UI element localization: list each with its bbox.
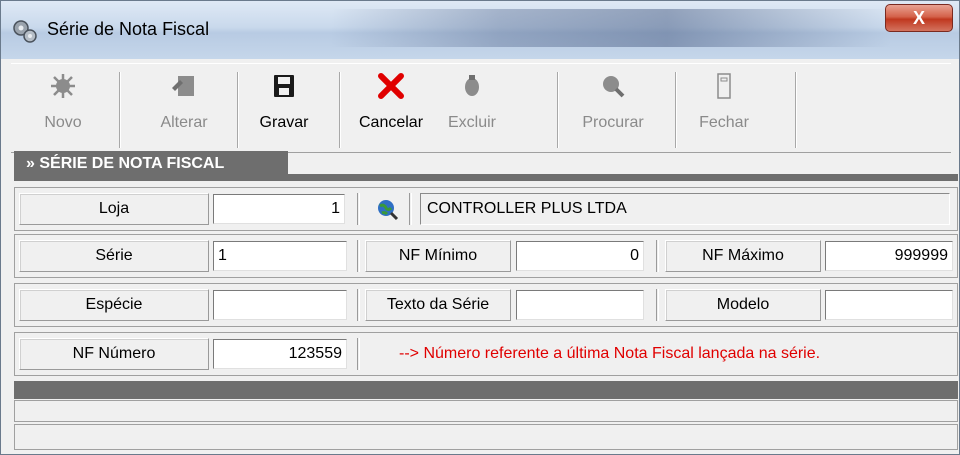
gears-app-icon — [13, 20, 37, 43]
cancel-button-label: Cancelar — [358, 114, 424, 131]
status-separator — [14, 381, 958, 399]
save-button-label: Gravar — [259, 114, 309, 131]
toolbar-separator — [119, 72, 121, 148]
field-separator — [656, 240, 659, 272]
toolbar-separator — [237, 72, 239, 148]
toolbar-separator — [675, 72, 677, 148]
especie-row: Espécie Texto da Série Modelo — [14, 283, 958, 327]
field-separator — [656, 289, 659, 321]
nf-maximo-label: NF Máximo — [665, 240, 821, 272]
texto-serie-label: Texto da Série — [365, 289, 511, 321]
status-bar-row-2 — [14, 424, 958, 450]
new-button[interactable]: Novo — [31, 72, 95, 148]
nf-numero-field[interactable]: 123559 — [213, 339, 347, 369]
field-separator — [357, 289, 360, 321]
close-button-label: Fechar — [699, 114, 749, 131]
modelo-field[interactable] — [825, 290, 953, 320]
search-icon — [603, 76, 625, 98]
serie-field[interactable]: 1 — [213, 241, 347, 271]
store-lookup-icon[interactable] — [376, 198, 400, 222]
toolbar-separator — [339, 72, 341, 148]
toolbar-separator — [557, 72, 559, 148]
serie-row: Série 1 NF Mínimo 0 NF Máximo 999999 — [14, 234, 958, 278]
save-icon — [274, 75, 294, 97]
edit-button-label: Alterar — [160, 114, 208, 131]
title-bar[interactable]: Série de Nota Fiscal X — [1, 1, 959, 59]
nf-minimo-field[interactable]: 0 — [516, 241, 644, 271]
serie-label: Série — [19, 240, 209, 272]
field-separator — [357, 240, 360, 272]
nf-numero-row: NF Número 123559 --> Número referente a … — [14, 332, 958, 376]
close-button[interactable]: Fechar — [689, 72, 759, 148]
save-button[interactable]: Gravar — [249, 72, 319, 148]
edit-button[interactable]: Alterar — [149, 72, 219, 148]
field-separator — [409, 193, 412, 225]
especie-field[interactable] — [213, 290, 347, 320]
toolbar: Novo Alterar Gravar Cancelar Excluir Pro… — [11, 63, 951, 153]
nf-maximo-field[interactable]: 999999 — [825, 241, 953, 271]
especie-label: Espécie — [19, 289, 209, 321]
field-separator — [357, 338, 360, 370]
section-divider — [14, 174, 958, 181]
field-separator — [357, 193, 360, 225]
nf-minimo-label: NF Mínimo — [365, 240, 511, 272]
edit-icon — [172, 76, 194, 96]
window-title: Série de Nota Fiscal — [47, 19, 210, 39]
search-button-label: Procurar — [582, 114, 644, 131]
section-title: » SÉRIE DE NOTA FISCAL — [14, 151, 288, 176]
delete-icon — [465, 75, 479, 96]
close-door-icon — [717, 73, 731, 99]
new-button-label: Novo — [44, 114, 82, 131]
cancel-button[interactable]: Cancelar — [349, 72, 433, 148]
main-window: Série de Nota Fiscal X Novo Alterar Grav… — [0, 0, 960, 455]
nf-numero-info: --> Número referente a última Nota Fisca… — [399, 345, 821, 362]
delete-button[interactable]: Excluir — [439, 72, 505, 148]
nf-numero-label: NF Número — [19, 338, 209, 370]
modelo-label: Modelo — [665, 289, 821, 321]
texto-serie-field[interactable] — [516, 290, 644, 320]
toolbar-separator — [795, 72, 797, 148]
status-bar-row-1 — [14, 400, 958, 422]
loja-label: Loja — [19, 193, 209, 225]
loja-field[interactable]: 1 — [213, 194, 345, 224]
search-button[interactable]: Procurar — [571, 72, 655, 148]
close-window-button[interactable]: X — [885, 4, 953, 32]
delete-button-label: Excluir — [447, 114, 496, 131]
store-name-display: CONTROLLER PLUS LTDA — [420, 193, 950, 225]
new-icon — [51, 74, 75, 98]
cancel-icon — [378, 73, 404, 99]
title-bar-sheen — [331, 9, 891, 47]
loja-row: Loja 1 CONTROLLER PLUS LTDA — [14, 187, 958, 231]
